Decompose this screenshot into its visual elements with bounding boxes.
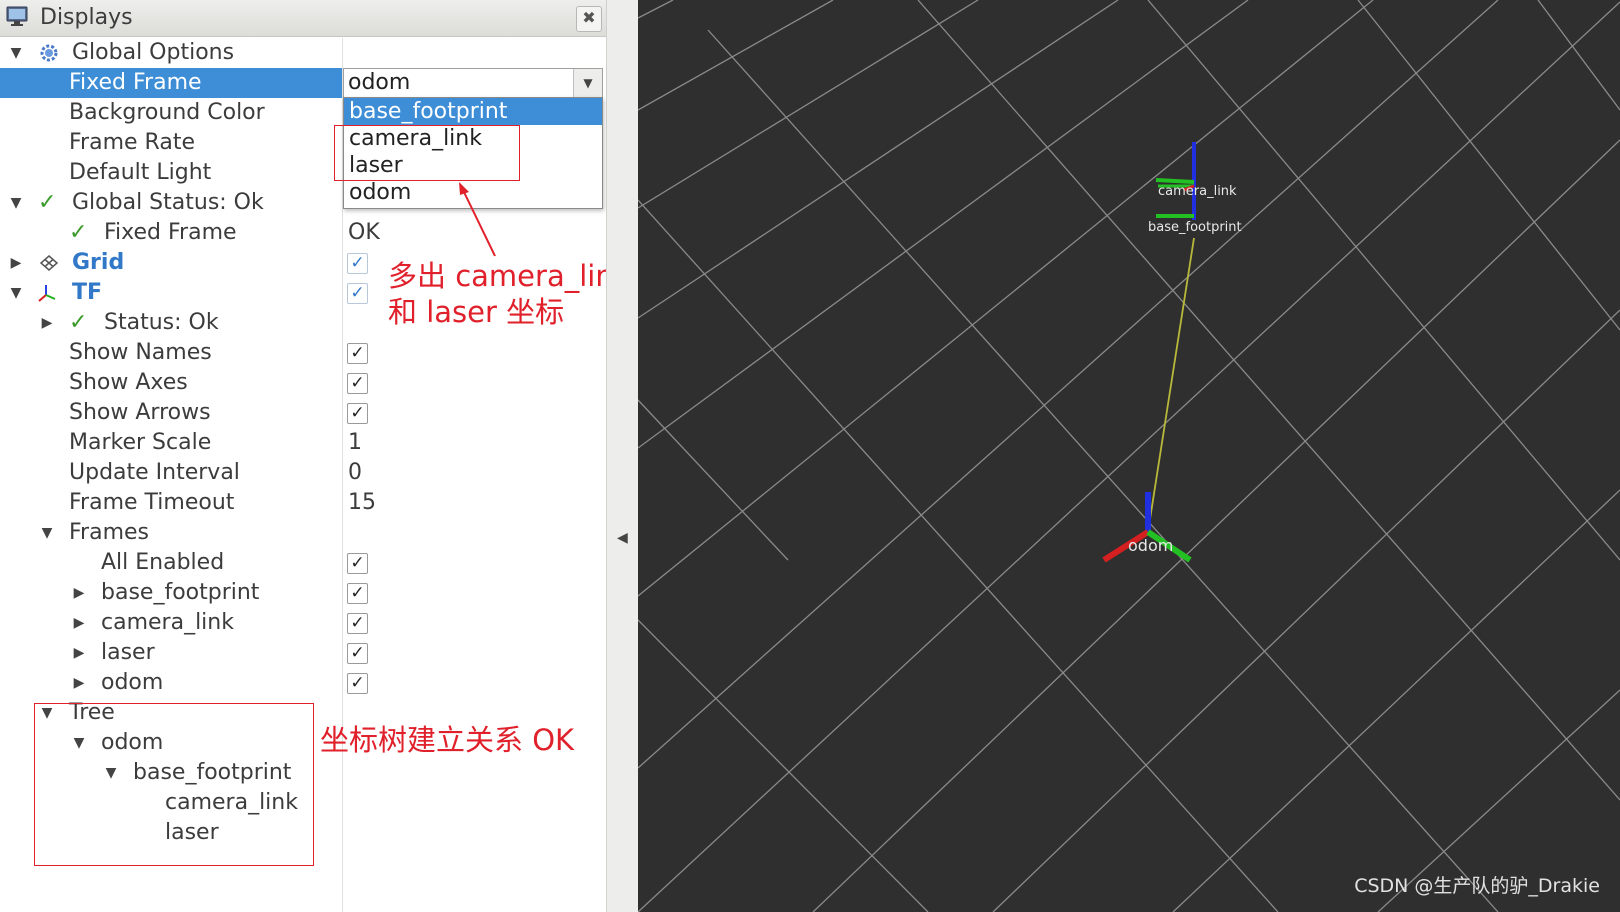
tree-label: Fixed Frame [104,220,237,245]
tree-label: odom [101,670,164,695]
tree-row-frames[interactable]: ▼ Frames [0,518,606,548]
tree-row-frame-base-footprint[interactable]: ▶ base_footprint ✓ [0,578,606,608]
tree-row-fixed-frame-status[interactable]: ✓ Fixed Frame OK [0,218,606,248]
tf-enabled-checkbox[interactable]: ✓ [347,283,368,304]
expand-down-icon[interactable]: ▼ [7,38,25,68]
tree-label: Status: Ok [104,310,219,335]
tree-row-frame-camera-link[interactable]: ▶ camera_link ✓ [0,608,606,638]
displays-title: Displays [40,5,133,30]
expand-right-icon[interactable]: ▶ [70,578,88,608]
tree-label: Frame Timeout [69,490,235,515]
monitor-icon [6,6,28,26]
status-ok-check-icon: ✓ [69,310,88,335]
tree-label: TF [72,280,103,305]
watermark: CSDN @生产队的驴_Drakie [1354,875,1600,897]
tree-label: laser [101,640,155,665]
tree-label: All Enabled [101,550,225,575]
tree-label: Default Light [69,160,212,185]
displays-panel: Displays ✖ ▼ Global Options Fixed Frame … [0,0,606,912]
frame-enabled-checkbox[interactable]: ✓ [347,583,368,604]
tree-value: OK [348,220,380,245]
tree-label: Frame Rate [69,130,195,155]
frame-enabled-checkbox[interactable]: ✓ [347,643,368,664]
ground-grid [638,0,1620,912]
annotation-highlight-box-new-frames [334,125,520,181]
annotation-new-frames-line1: 多出 camera_link [388,259,606,293]
tree-label: Global Status: Ok [72,190,264,215]
marker-scale-value[interactable]: 1 [348,428,362,458]
close-icon[interactable]: ✖ [576,6,602,32]
expand-right-icon[interactable]: ▶ [70,608,88,638]
frame-label-base-footprint: base_footprint [1148,220,1242,235]
annotation-tree-ok: 坐标树建立关系 OK [320,723,575,757]
update-interval-value[interactable]: 0 [348,458,362,488]
tree-row-frame-timeout[interactable]: Frame Timeout 15 [0,488,606,518]
expand-down-icon[interactable]: ▼ [7,188,25,218]
fixed-frame-value: odom [348,70,411,95]
tree-label: Background Color [69,100,265,125]
tf-link-line [1147,237,1195,533]
annotation-highlight-box-tree [34,703,314,866]
gear-icon [40,44,58,62]
tree-label: Show Names [69,340,212,365]
tf-axes-icon [38,285,56,302]
tree-label: Show Arrows [69,400,211,425]
grid-enabled-checkbox[interactable]: ✓ [347,253,368,274]
tree-label: base_footprint [101,580,260,605]
tree-label: camera_link [101,610,234,635]
show-arrows-checkbox[interactable]: ✓ [347,403,368,424]
tree-row-show-arrows[interactable]: Show Arrows ✓ [0,398,606,428]
status-ok-check-icon: ✓ [38,190,57,215]
tree-row-show-axes[interactable]: Show Axes ✓ [0,368,606,398]
tree-row-all-enabled[interactable]: All Enabled ✓ [0,548,606,578]
frame-enabled-checkbox[interactable]: ✓ [347,673,368,694]
tree-row-show-names[interactable]: Show Names ✓ [0,338,606,368]
show-names-checkbox[interactable]: ✓ [347,343,368,364]
tree-label: Global Options [72,40,235,65]
tree-label: Grid [72,250,125,275]
expand-down-icon[interactable]: ▼ [7,278,25,308]
show-axes-checkbox[interactable]: ✓ [347,373,368,394]
status-ok-check-icon: ✓ [69,220,88,245]
tree-row-marker-scale[interactable]: Marker Scale 1 [0,428,606,458]
annotation-new-frames-line2: 和 laser 坐标 [388,295,565,329]
tree-row-fixed-frame[interactable]: Fixed Frame [0,68,342,98]
fixed-frame-combobox[interactable]: odom ▼ [343,68,603,98]
tree-row-frame-laser[interactable]: ▶ laser ✓ [0,638,606,668]
frame-timeout-value[interactable]: 15 [348,488,376,518]
displays-titlebar: Displays ✖ [0,0,606,37]
expand-down-icon[interactable]: ▼ [38,518,56,548]
frame-enabled-checkbox[interactable]: ✓ [347,613,368,634]
frame-label-camera-link: camera_link [1158,184,1237,199]
tree-row-global-options[interactable]: ▼ Global Options [0,38,606,68]
all-enabled-checkbox[interactable]: ✓ [347,553,368,574]
panel-splitter[interactable]: ◀ [606,0,639,912]
dropdown-option-base-footprint[interactable]: base_footprint [344,98,602,125]
tree-label: Update Interval [69,460,240,485]
expand-right-icon[interactable]: ▶ [38,308,56,338]
tree-row-update-interval[interactable]: Update Interval 0 [0,458,606,488]
expand-right-icon[interactable]: ▶ [70,638,88,668]
render-3d-canvas [638,0,1620,912]
tree-row-frame-odom[interactable]: ▶ odom ✓ [0,668,606,698]
tree-label: Marker Scale [69,430,212,455]
upper-frames-axes [1155,142,1196,220]
tree-label: Show Axes [69,370,188,395]
tree-label: Frames [69,520,150,545]
collapse-left-icon[interactable]: ◀ [617,530,628,546]
expand-right-icon[interactable]: ▶ [70,668,88,698]
tree-label: Fixed Frame [69,70,202,95]
frame-label-odom: odom [1128,536,1174,555]
chevron-down-icon[interactable]: ▼ [573,69,602,97]
expand-right-icon[interactable]: ▶ [7,248,25,278]
annotation-arrow [459,182,496,257]
grid-icon [39,255,59,271]
render-3d-view[interactable]: camera_link base_footprint odom CSDN @生产… [638,0,1620,912]
